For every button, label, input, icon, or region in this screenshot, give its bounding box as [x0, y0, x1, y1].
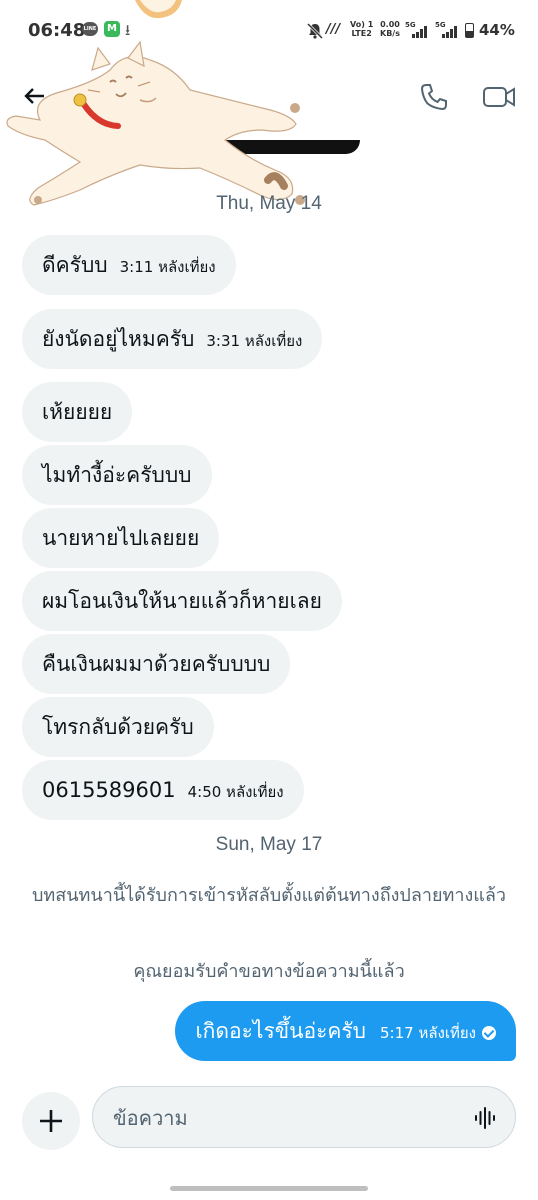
- received-message[interactable]: เห้ยยยย: [22, 382, 133, 442]
- message-time: 5:17 หลังเที่ยง: [380, 1023, 476, 1042]
- message-text: เห้ยยยย: [42, 399, 113, 424]
- received-message[interactable]: ยังนัดอยู่ไหมครับ 3:31 หลังเที่ยง: [22, 309, 323, 369]
- home-indicator[interactable]: [170, 1186, 368, 1191]
- sent-check-icon: [482, 1025, 496, 1040]
- video-call-icon[interactable]: [481, 82, 517, 112]
- message-text: โทรกลับด้วยครับ: [42, 714, 194, 739]
- message-time: 3:11 หลังเที่ยง: [119, 257, 216, 276]
- received-message[interactable]: โทรกลับด้วยครับ: [22, 697, 214, 757]
- message-text: ดีครับบ: [42, 252, 108, 277]
- encryption-notice: บทสนทนานี้ได้รับการเข้ารหัสลับตั้งแต่ต้น…: [31, 885, 507, 906]
- sent-message[interactable]: เกิดอะไรขึ้นอ่ะครับ 5:17 หลังเที่ยง: [175, 1001, 516, 1061]
- message-text: ยังนัดอยู่ไหมครับ: [42, 326, 195, 351]
- message-text: นายหายไปเลยยย: [42, 525, 200, 550]
- phone-call-icon[interactable]: [417, 80, 451, 114]
- back-arrow-icon[interactable]: [20, 82, 48, 110]
- message-text: ผมโอนเงินให้นายแล้วก็หายเลย: [42, 588, 322, 613]
- voice-message-icon[interactable]: [473, 1106, 497, 1130]
- received-message[interactable]: 0615589601 4:50 หลังเที่ยง: [22, 760, 304, 820]
- signal-bars-1-icon: [412, 26, 427, 38]
- message-input[interactable]: [113, 1101, 453, 1135]
- battery-percentage: 44%: [479, 21, 515, 39]
- received-message[interactable]: ผมโอนเงินให้นายแล้วก็หายเลย: [22, 571, 342, 631]
- message-text: เกิดอะไรขึ้นอ่ะครับ: [195, 1018, 367, 1043]
- speed-value: 0.00: [380, 20, 400, 29]
- plus-icon: [40, 1110, 62, 1132]
- message-text: คืนเงินผมมาด้วยครับบบบ: [42, 651, 271, 676]
- message-time: 4:50 หลังเที่ยง: [187, 782, 284, 801]
- add-attachment-button[interactable]: [22, 1092, 80, 1150]
- speed-unit: KB/s: [380, 29, 400, 38]
- received-message[interactable]: ไมทำงี้อ่ะครับบบ: [22, 445, 212, 505]
- received-message[interactable]: นายหายไปเลยยย: [22, 508, 220, 568]
- message-text: ไมทำงี้อ่ะครับบบ: [42, 462, 192, 487]
- date-separator: Thu, May 14: [216, 193, 322, 214]
- received-message[interactable]: คืนเงินผมมาด้วยครับบบบ: [22, 634, 291, 694]
- request-accepted-notice: คุณยอมรับคำขอทางข้อความนี้แล้ว: [133, 961, 405, 982]
- signal-bars-2-icon: [442, 26, 457, 38]
- network-speed: 0.00 KB/s: [380, 20, 400, 38]
- message-composer[interactable]: [92, 1086, 516, 1148]
- date-separator: Sun, May 17: [215, 834, 323, 855]
- message-text: 0615589601: [42, 778, 176, 802]
- message-time: 3:31 หลังเที่ยง: [206, 331, 303, 350]
- received-message[interactable]: ดีครับบ 3:11 หลังเที่ยง: [22, 235, 236, 295]
- battery-icon: [465, 23, 474, 38]
- conversation-header: [0, 0, 538, 206]
